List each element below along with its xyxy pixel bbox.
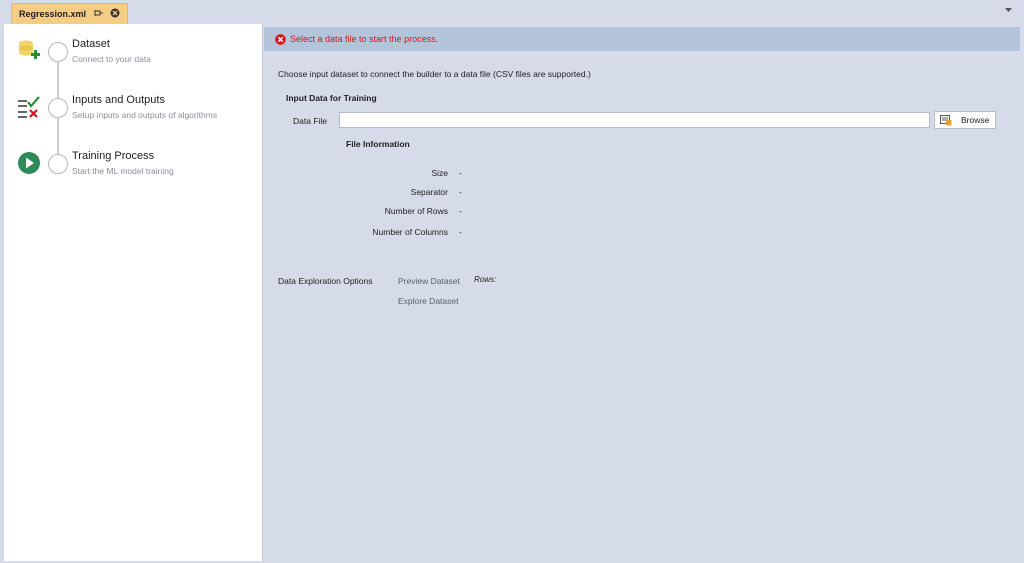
step-inputs-outputs[interactable]: Inputs and Outputs Setup inputs and outp…: [4, 90, 263, 130]
browse-label: Browse: [961, 115, 990, 125]
input-data-heading: Input Data for Training: [286, 93, 377, 103]
step-indicator-circle: [48, 98, 68, 118]
data-exploration-label: Data Exploration Options: [278, 276, 373, 286]
info-value-rows: -: [459, 206, 462, 216]
step-indicator-circle: [48, 42, 68, 62]
info-value-separator: -: [459, 187, 462, 197]
step-title: Training Process: [72, 150, 155, 162]
chevron-down-icon[interactable]: [1005, 8, 1012, 13]
info-value-columns: -: [459, 227, 462, 237]
close-tab-icon[interactable]: [110, 8, 120, 18]
document-tab-title: Regression.xml: [19, 9, 87, 19]
browse-icon: [940, 114, 952, 125]
pin-icon[interactable]: [94, 8, 104, 18]
rows-label: Rows:: [474, 275, 497, 284]
info-label-columns: Number of Columns: [372, 227, 448, 237]
data-file-label: Data File: [293, 116, 328, 126]
preview-dataset-link[interactable]: Preview Dataset: [398, 276, 460, 286]
step-training-process[interactable]: Training Process Start the ML model trai…: [4, 146, 263, 186]
info-label-separator: Separator: [410, 187, 448, 197]
step-dataset[interactable]: Dataset Connect to your data: [4, 34, 263, 74]
wizard-steps-sidebar: Dataset Connect to your data Inputs and …: [4, 24, 263, 561]
info-label-size: Size: [431, 168, 448, 178]
step-title: Inputs and Outputs: [72, 94, 165, 106]
data-file-input[interactable]: [339, 112, 930, 128]
step-subtitle: Connect to your data: [72, 54, 151, 64]
explore-dataset-link[interactable]: Explore Dataset: [398, 296, 458, 306]
step-subtitle: Setup inputs and outputs of algorithms: [72, 110, 218, 120]
error-banner: Select a data file to start the process.: [264, 27, 1020, 51]
file-information-heading: File Information: [346, 139, 410, 149]
error-message: Select a data file to start the process.: [290, 34, 439, 44]
document-tab[interactable]: Regression.xml: [11, 3, 128, 24]
step-title: Dataset: [72, 38, 110, 50]
info-value-size: -: [459, 168, 462, 178]
database-add-icon: [19, 40, 40, 59]
info-label-rows: Number of Rows: [384, 206, 448, 216]
step-subtitle: Start the ML model training: [72, 166, 174, 176]
step-indicator-circle: [48, 154, 68, 174]
browse-button[interactable]: Browse: [934, 111, 996, 129]
document-tab-strip: Regression.xml: [0, 0, 1024, 24]
intro-text: Choose input dataset to connect the buil…: [278, 69, 591, 79]
error-icon: [275, 33, 286, 45]
play-icon: [18, 152, 40, 174]
inputs-outputs-icon: [18, 96, 40, 118]
dataset-panel: Select a data file to start the process.…: [264, 24, 1020, 561]
